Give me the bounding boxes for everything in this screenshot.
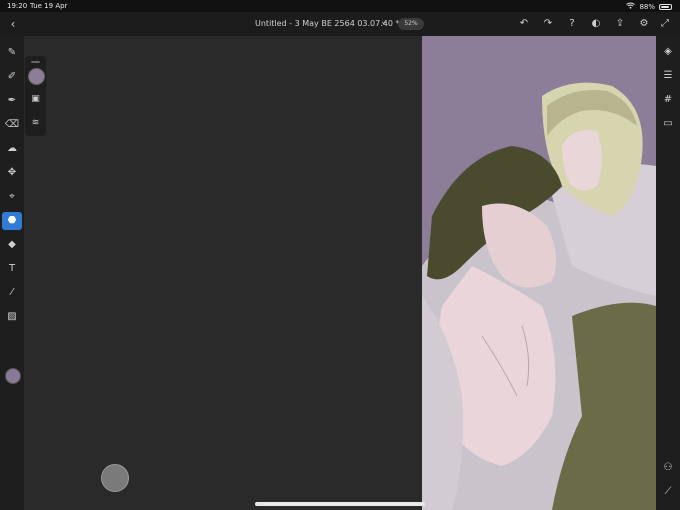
back-button[interactable]: ‹ [6,16,20,32]
image-tool-icon[interactable]: ▨ [2,308,22,326]
eraser-tool-icon[interactable]: ⌫ [2,116,22,134]
zoom-level[interactable]: 52% [398,18,424,30]
lasso-tool-icon[interactable]: ⌖ [2,188,22,206]
home-indicator[interactable] [255,502,425,506]
account-icon[interactable]: ◐ [588,17,604,31]
status-right: 88% [626,2,672,11]
status-bar: 19:20 Tue 19 Apr 88% [0,0,680,12]
fill-tool-icon[interactable]: ⬣ [2,212,22,230]
transform-tool-icon[interactable]: ✥ [2,164,22,182]
panel-grip[interactable] [31,61,40,63]
artwork-canvas[interactable] [422,36,656,510]
comment-icon[interactable]: ▭ [660,116,676,132]
battery-icon [659,3,672,10]
smudge-tool-icon[interactable]: ☁ [2,140,22,158]
top-actions: ↶ ↷? ◐ ⇪ ⚙ [516,17,652,31]
quick-action-button[interactable] [101,464,129,492]
artwork-illustration [422,36,656,510]
tool-options-panel: ▣ ≋ [25,56,46,136]
battery-percent: 88% [639,2,655,11]
expand-icon[interactable]: ⤢ [658,17,672,31]
color-swatch[interactable] [5,368,21,384]
chevron-left-icon: ‹ [10,17,16,31]
pixel-brush-tool-icon[interactable]: ✐ [2,68,22,86]
wifi-icon [626,2,636,11]
grid-icon[interactable]: # [660,92,676,108]
fill-mode-icon[interactable]: ▣ [28,92,43,106]
chevron-down-icon[interactable]: ⌄ [380,17,388,27]
title-bar: ‹ Untitled - 3 May BE 2564 03.07.40 * ⌄ … [0,12,680,36]
undo-icon[interactable]: ↶ [516,17,532,31]
share-icon[interactable]: ⇪ [612,17,628,31]
shape-tool-icon[interactable]: ◆ [2,236,22,254]
left-toolbar: ✎ ✐ ✒ ⌫ ☁ ✥ ⌖ ⬣ ◆ T ⁄ ▨ [0,36,24,510]
fill-settings-icon[interactable]: ≋ [28,116,43,130]
brush-tool-icon[interactable]: ✎ [2,44,22,62]
status-time: 19:20 [7,2,28,10]
ruler-icon[interactable]: ⟋ [660,484,676,500]
text-tool-icon[interactable]: T [2,260,22,278]
shapes-icon[interactable]: ⚇ [660,460,676,476]
battery-fill [661,5,669,8]
adjustments-icon[interactable]: ☰ [660,68,676,84]
layers-icon[interactable]: ◈ [660,44,676,60]
document-title[interactable]: Untitled - 3 May BE 2564 03.07.40 * [255,19,400,28]
help-icon[interactable]: ? [564,17,580,31]
eyedropper-tool-icon[interactable]: ⁄ [2,284,22,302]
brush-color-swatch[interactable] [28,68,45,85]
status-date: Tue 19 Apr [30,2,68,10]
settings-icon[interactable]: ⚙ [636,17,652,31]
redo-icon[interactable]: ↷ [540,17,556,31]
vector-brush-tool-icon[interactable]: ✒ [2,92,22,110]
right-toolbar: ◈ ☰ # ▭ ⚇ ⟋ [656,36,680,510]
